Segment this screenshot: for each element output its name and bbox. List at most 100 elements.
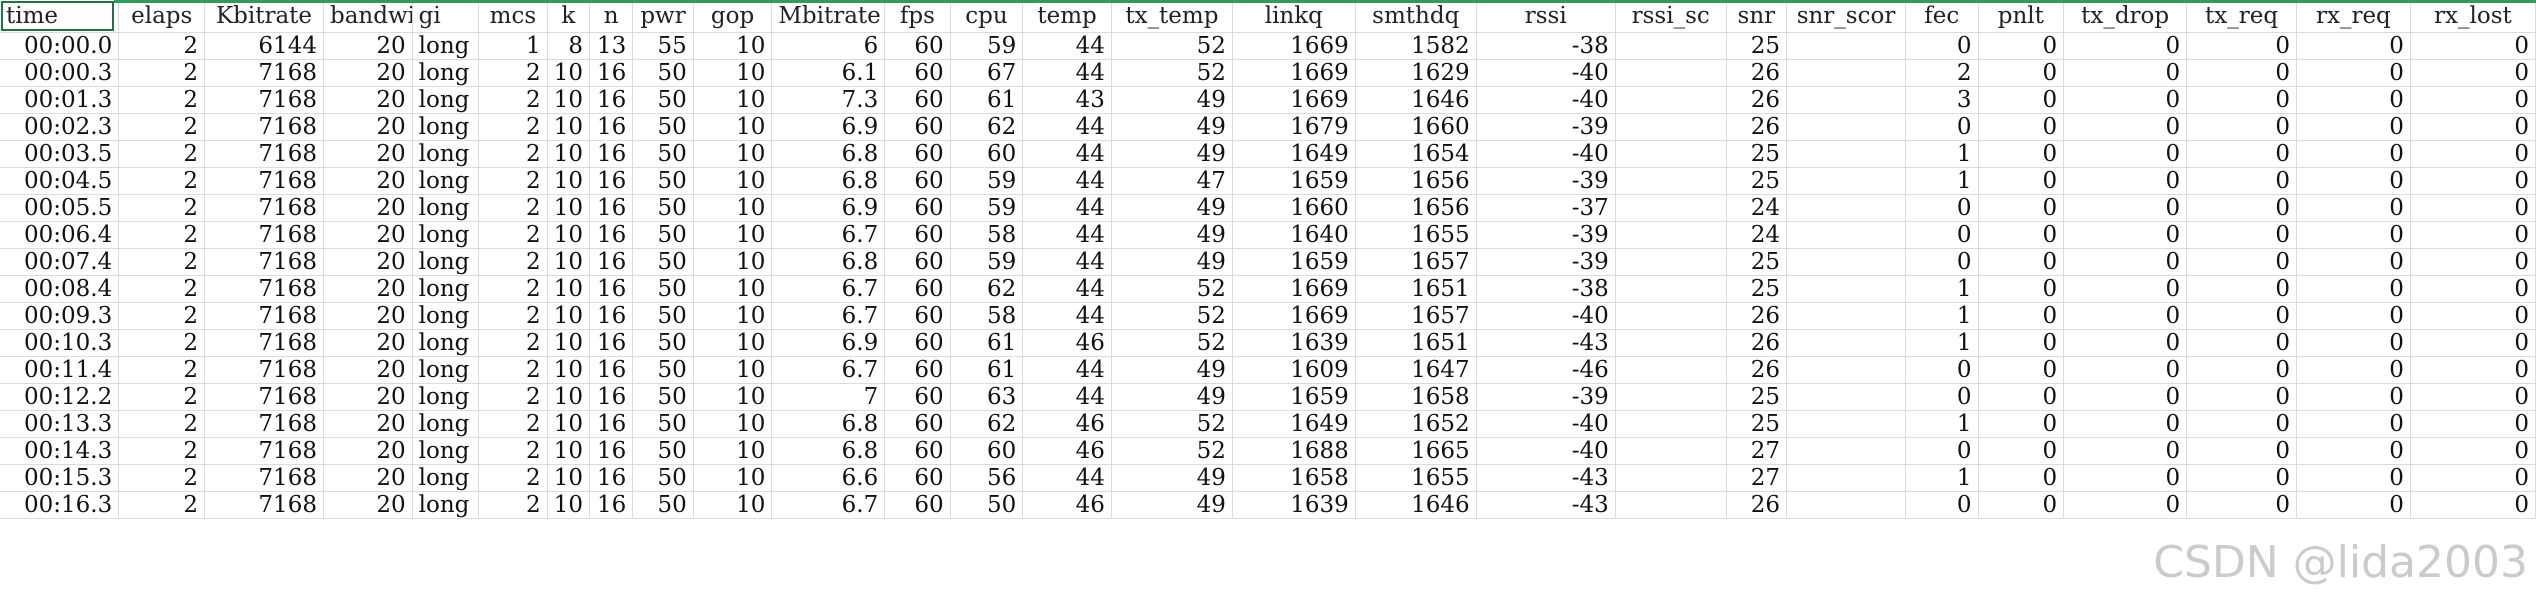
header-cell-mcs[interactable]: mcs [478, 0, 548, 33]
cell-fec[interactable]: 1 [1905, 302, 1979, 330]
cell-snr[interactable]: 26 [1726, 59, 1788, 87]
cell-time[interactable]: 00:15.3 [0, 464, 120, 492]
cell-n[interactable]: 16 [589, 113, 634, 141]
cell-linkq[interactable]: 1639 [1232, 329, 1356, 357]
cell-tx-req[interactable]: 0 [2186, 410, 2297, 438]
cell-kbitrate[interactable]: 7168 [204, 194, 324, 222]
cell-rssi-sc[interactable] [1615, 140, 1727, 168]
cell-n[interactable]: 16 [589, 59, 634, 87]
cell-time[interactable]: 00:13.3 [0, 410, 120, 438]
cell-rx-lost[interactable]: 0 [2410, 59, 2536, 87]
cell-snr[interactable]: 26 [1726, 113, 1788, 141]
cell-pnlt[interactable]: 0 [1978, 221, 2065, 249]
cell-rssi-sc[interactable] [1615, 329, 1727, 357]
cell-cpu[interactable]: 58 [950, 302, 1024, 330]
cell-mbitrate[interactable]: 6.7 [771, 221, 886, 249]
cell-linkq[interactable]: 1649 [1232, 140, 1356, 168]
cell-pnlt[interactable]: 0 [1978, 464, 2065, 492]
cell-fec[interactable]: 3 [1905, 86, 1979, 114]
cell-smthdq[interactable]: 1654 [1355, 140, 1477, 168]
cell-snr[interactable]: 27 [1726, 464, 1788, 492]
cell-fec[interactable]: 1 [1905, 410, 1979, 438]
cell-pnlt[interactable]: 0 [1978, 167, 2065, 195]
cell-tx-temp[interactable]: 49 [1111, 140, 1233, 168]
cell-k[interactable]: 10 [547, 437, 590, 465]
cell-smthdq[interactable]: 1651 [1355, 329, 1477, 357]
cell-tx-req[interactable]: 0 [2186, 329, 2297, 357]
cell-snr-scor[interactable] [1786, 167, 1906, 195]
cell-rssi-sc[interactable] [1615, 275, 1727, 303]
cell-pnlt[interactable]: 0 [1978, 491, 2065, 519]
cell-tx-req[interactable]: 0 [2186, 167, 2297, 195]
cell-gop[interactable]: 10 [693, 275, 773, 303]
cell-tx-req[interactable]: 0 [2186, 221, 2297, 249]
cell-rx-req[interactable]: 0 [2296, 410, 2411, 438]
cell-tx-drop[interactable]: 0 [2063, 140, 2188, 168]
cell-kbitrate[interactable]: 7168 [204, 113, 324, 141]
cell-n[interactable]: 16 [589, 437, 634, 465]
header-cell-k[interactable]: k [547, 0, 590, 33]
cell-rx-req[interactable]: 0 [2296, 248, 2411, 276]
cell-fec[interactable]: 0 [1905, 248, 1979, 276]
cell-mbitrate[interactable]: 6.7 [771, 302, 886, 330]
cell-rx-req[interactable]: 0 [2296, 356, 2411, 384]
header-cell-snr[interactable]: snr [1726, 0, 1788, 33]
cell-mbitrate[interactable]: 6.1 [771, 59, 886, 87]
cell-rssi[interactable]: -39 [1476, 221, 1616, 249]
cell-snr-scor[interactable] [1786, 410, 1906, 438]
cell-n[interactable]: 16 [589, 491, 634, 519]
cell-pwr[interactable]: 50 [632, 275, 694, 303]
cell-fec[interactable]: 0 [1905, 32, 1979, 60]
cell-kbitrate[interactable]: 7168 [204, 221, 324, 249]
cell-mbitrate[interactable]: 6.8 [771, 140, 886, 168]
cell-tx-req[interactable]: 0 [2186, 248, 2297, 276]
header-cell-pwr[interactable]: pwr [632, 0, 694, 33]
cell-tx-temp[interactable]: 52 [1111, 329, 1233, 357]
cell-n[interactable]: 16 [589, 275, 634, 303]
cell-gi[interactable]: long [412, 491, 480, 519]
cell-mbitrate[interactable]: 6.8 [771, 437, 886, 465]
header-cell-rssi[interactable]: rssi [1476, 0, 1616, 33]
cell-bandwi[interactable]: 20 [323, 302, 413, 330]
cell-fec[interactable]: 0 [1905, 113, 1979, 141]
cell-kbitrate[interactable]: 7168 [204, 140, 324, 168]
cell-snr[interactable]: 25 [1726, 410, 1788, 438]
cell-gi[interactable]: long [412, 464, 480, 492]
cell-fec[interactable]: 1 [1905, 329, 1979, 357]
header-cell-elaps[interactable]: elaps [118, 0, 206, 33]
cell-cpu[interactable]: 60 [950, 437, 1024, 465]
cell-mbitrate[interactable]: 6.7 [771, 491, 886, 519]
cell-linkq[interactable]: 1659 [1232, 167, 1356, 195]
cell-snr[interactable]: 24 [1726, 194, 1788, 222]
cell-n[interactable]: 16 [589, 383, 634, 411]
cell-gop[interactable]: 10 [693, 59, 773, 87]
cell-rx-req[interactable]: 0 [2296, 194, 2411, 222]
cell-rssi[interactable]: -37 [1476, 194, 1616, 222]
cell-rx-lost[interactable]: 0 [2410, 383, 2536, 411]
cell-gop[interactable]: 10 [693, 167, 773, 195]
cell-kbitrate[interactable]: 7168 [204, 59, 324, 87]
cell-kbitrate[interactable]: 7168 [204, 491, 324, 519]
cell-elaps[interactable]: 2 [118, 59, 206, 87]
cell-rssi[interactable]: -40 [1476, 302, 1616, 330]
cell-linkq[interactable]: 1688 [1232, 437, 1356, 465]
cell-pnlt[interactable]: 0 [1978, 437, 2065, 465]
cell-rx-lost[interactable]: 0 [2410, 275, 2536, 303]
cell-rssi[interactable]: -39 [1476, 383, 1616, 411]
cell-n[interactable]: 16 [589, 221, 634, 249]
cell-kbitrate[interactable]: 7168 [204, 329, 324, 357]
cell-smthdq[interactable]: 1655 [1355, 221, 1477, 249]
cell-pwr[interactable]: 50 [632, 491, 694, 519]
cell-gop[interactable]: 10 [693, 383, 773, 411]
cell-time[interactable]: 00:10.3 [0, 329, 120, 357]
cell-kbitrate[interactable]: 7168 [204, 464, 324, 492]
header-cell-tx-req[interactable]: tx_req [2186, 0, 2297, 33]
cell-cpu[interactable]: 59 [950, 248, 1024, 276]
cell-rssi[interactable]: -39 [1476, 113, 1616, 141]
cell-bandwi[interactable]: 20 [323, 194, 413, 222]
cell-elaps[interactable]: 2 [118, 248, 206, 276]
header-cell-n[interactable]: n [589, 0, 634, 33]
cell-time[interactable]: 00:00.3 [0, 59, 120, 87]
cell-gop[interactable]: 10 [693, 248, 773, 276]
cell-mbitrate[interactable]: 6.7 [771, 275, 886, 303]
